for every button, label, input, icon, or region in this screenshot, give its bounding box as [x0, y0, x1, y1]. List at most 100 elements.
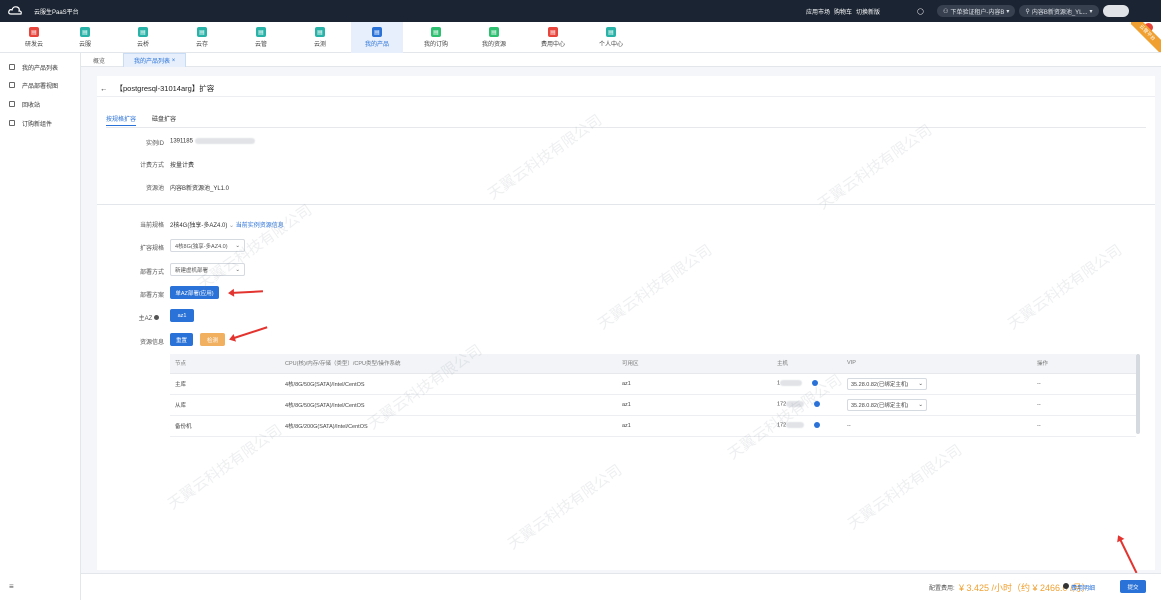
table-scrollbar[interactable]: [1136, 354, 1140, 434]
bell-icon[interactable]: ◯: [917, 0, 924, 22]
avatar[interactable]: [1102, 5, 1129, 17]
nav-label: 费用中心: [540, 42, 565, 48]
nav-label: 我的订购: [423, 42, 448, 48]
chevron-down-icon: ⌄: [229, 223, 235, 229]
instance-id-text: 1391185: [170, 138, 193, 145]
masked-value: [786, 401, 805, 408]
sidebar-item-deploy-view[interactable]: 产品部署视图: [0, 76, 81, 94]
nav-icon: ▤: [256, 27, 266, 37]
tab-my-product-list[interactable]: 我的产品列表 ×: [123, 53, 187, 67]
spec-cell: 4核/8G/50G(SATA)/Intel/CentOS: [280, 394, 617, 416]
subtab-disk-expand[interactable]: 磁盘扩容: [152, 114, 176, 126]
host-text: 172: [777, 422, 787, 429]
sidebar-item-product-list[interactable]: 我的产品列表: [0, 58, 81, 76]
nav-icon: ▤: [29, 27, 39, 37]
table-header-row: 节点 CPU(核)/内存/存储（类型）/CPU类型/操作系统 可用区 主机 VI…: [170, 354, 1136, 374]
monitor-icon: [9, 120, 15, 126]
nav-label: 云存: [195, 42, 208, 48]
top-bar: 云服生PaaS平台 应用市场 购物车 切换新版 ◯ ⚇ 下单验证租户-内容B ▾ ⚲…: [0, 0, 1161, 22]
billing-value: 按量计费: [170, 163, 195, 169]
sidebar-item-order-component[interactable]: 订购新组件: [0, 114, 81, 132]
subtab-spec-expand[interactable]: 按规格扩容: [106, 114, 137, 126]
annotation-arrow: [230, 326, 268, 340]
close-icon[interactable]: ×: [172, 58, 176, 64]
nav-item-my-orders[interactable]: ▤ 我的订购: [410, 22, 462, 53]
fee-detail-link[interactable]: 费用明细: [1071, 583, 1095, 592]
nav-item-dev-cloud[interactable]: ▤ 研发云: [8, 22, 60, 53]
nav-icon: ▤: [606, 27, 616, 37]
info-icon[interactable]: [812, 380, 819, 387]
corner-badge[interactable]: 云管平台: [1131, 22, 1161, 52]
vip-value: 35.28.0.82(已绑定主机): [851, 381, 909, 388]
expand-spec-select[interactable]: 4核8G(独享-多AZ4.0) ⌄: [170, 239, 245, 252]
nav-item-my-products[interactable]: ▤ 我的产品: [351, 22, 403, 53]
cart-link[interactable]: 购物车: [834, 7, 852, 16]
resource-pool-label: 资源池: [145, 186, 164, 192]
account-switcher[interactable]: ⚇ 下单验证租户-内容B ▾: [937, 5, 1016, 17]
nav-label: 云管: [254, 42, 267, 48]
op-cell: --: [1032, 394, 1136, 416]
info-icon[interactable]: [814, 401, 821, 408]
section-divider: [97, 204, 1155, 205]
monitor-icon: [9, 101, 15, 107]
reset-button[interactable]: 重置: [170, 333, 193, 346]
submit-button[interactable]: 提交: [1120, 580, 1146, 593]
tab-overview[interactable]: 概览: [83, 53, 115, 67]
detect-button[interactable]: 检测: [200, 333, 225, 346]
deploy-mode-select[interactable]: 新建虚机部署 ⌄: [170, 263, 245, 276]
users-icon: ⚇: [943, 8, 949, 15]
nav-label: 我的产品: [364, 42, 389, 48]
nav-icon: ▤: [315, 27, 325, 37]
column-header: CPU(核)/内存/存储（类型）/CPU类型/操作系统: [280, 354, 617, 374]
back-arrow-icon[interactable]: ←: [100, 84, 108, 93]
footer-bar: 配置费用: ¥ 3.425 /小时（约 ¥ 2466.0 /月） 费用明细 提交: [81, 573, 1161, 600]
chevron-down-icon: ⌄: [918, 401, 923, 408]
op-cell: --: [1032, 373, 1136, 395]
current-spec-text: 2核4G(独享-多AZ4.0): [170, 223, 228, 229]
help-icon[interactable]: [154, 315, 159, 320]
nav-item-billing[interactable]: ▤ 费用中心: [527, 22, 579, 53]
resource-pool-value: 内容B新资源池_YL1.0: [170, 186, 230, 192]
resource-pool-name: 内容B新资源池_YL...: [1031, 9, 1088, 16]
az1-button[interactable]: az1: [170, 309, 194, 322]
az-cell: az1: [617, 373, 772, 395]
nav-item-cloud-storage[interactable]: ▤ 云存: [176, 22, 228, 53]
vip-cell: --: [842, 415, 1032, 437]
vip-cell: 35.28.0.82(已绑定主机) ⌄: [842, 373, 1032, 395]
brand-title: 云服生PaaS平台: [34, 10, 79, 16]
nav-item-my-resources[interactable]: ▤ 我的资源: [468, 22, 520, 53]
nav-item-cloud-bridge[interactable]: ▤ 云桥: [117, 22, 169, 53]
info-icon[interactable]: [814, 422, 821, 429]
current-instance-resource-link[interactable]: 当前实例资源信息: [236, 223, 284, 229]
chevron-down-icon: ▾: [1006, 8, 1010, 15]
top-links: 应用市场 购物车 切换新版: [806, 0, 880, 22]
sidebar-item-recycle-bin[interactable]: 回收站: [0, 95, 81, 113]
vip-select[interactable]: 35.28.0.82(已绑定主机) ⌄: [847, 377, 927, 390]
single-az-deploy-button[interactable]: 单AZ部署(应用): [170, 286, 219, 299]
chevron-down-icon: ⌄: [918, 380, 923, 387]
nav-item-cloud-service[interactable]: ▤ 云服: [59, 22, 111, 53]
vip-select[interactable]: 35.28.0.82(已绑定主机) ⌄: [847, 398, 927, 411]
watermark: 天翼云科技有限公司: [594, 241, 716, 334]
node-cell: 从库: [170, 394, 280, 416]
switch-version-link[interactable]: 切换新版: [856, 7, 880, 16]
nav-icon: ▤: [80, 27, 90, 37]
help-icon[interactable]: [1063, 583, 1069, 589]
nav-label: 云桥: [136, 42, 149, 48]
monitor-icon: [9, 82, 15, 88]
nav-label: 我的资源: [481, 42, 506, 48]
nav-item-cloud-test[interactable]: ▤ 云测: [294, 22, 346, 53]
nav-item-personal[interactable]: ▤ 个人中心: [585, 22, 637, 53]
app-market-link[interactable]: 应用市场: [806, 7, 830, 16]
nav-item-cloud-manage[interactable]: ▤ 云管: [235, 22, 287, 53]
spec-cell: 4核/8G/50G(SATA)/Intel/CentOS: [280, 373, 617, 395]
watermark: 天翼云科技有限公司: [504, 461, 626, 554]
collapse-menu-icon[interactable]: ≡: [9, 582, 14, 591]
table-row: 从库 4核/8G/50G(SATA)/Intel/CentOS az1 172 …: [170, 394, 1136, 416]
spec-cell: 4核/8G/200G(SATA)/Intel/CentOS: [280, 415, 617, 437]
table-row: 备份机 4核/8G/200G(SATA)/Intel/CentOS az1 17…: [170, 415, 1136, 437]
resource-pool-switcher[interactable]: ⚲ 内容B新资源池_YL... ▾: [1019, 5, 1099, 17]
vip-value: 35.28.0.82(已绑定主机): [851, 402, 909, 409]
host-cell: 1: [772, 373, 842, 395]
nav-icon: ▤: [489, 27, 499, 37]
